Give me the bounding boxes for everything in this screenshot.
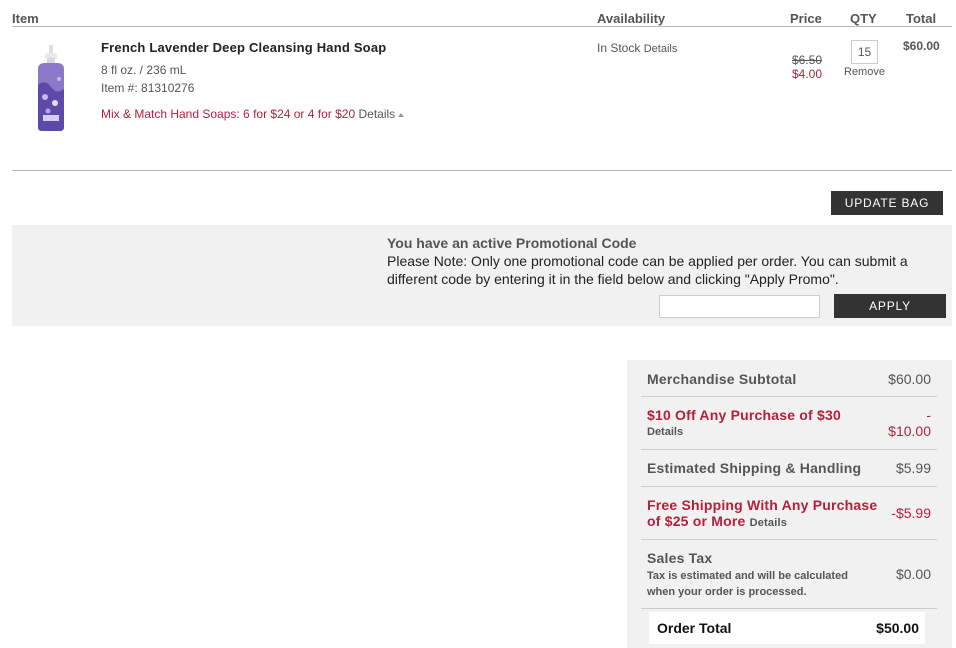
caret-up-icon[interactable] — [398, 112, 405, 117]
free-shipping-label-line2: of $25 or More — [647, 513, 746, 529]
sales-tax-note: Tax is estimated and will be calculated … — [647, 570, 848, 598]
free-shipping-value: -$5.99 — [891, 505, 931, 521]
product-promo: Mix & Match Hand Soaps: 6 for $24 or 4 f… — [101, 107, 405, 121]
availability-status: In Stock — [597, 41, 641, 55]
summary-row-discount: $10 Off Any Purchase of $30 Details - $1… — [641, 397, 937, 450]
header-divider — [12, 26, 952, 27]
promo-code-title: You have an active Promotional Code — [387, 235, 637, 251]
summary-row-tax: Sales Tax Tax is estimated and will be c… — [641, 540, 937, 609]
order-total-label: Order Total — [657, 620, 732, 636]
order-total-value: $50.00 — [876, 620, 919, 636]
header-availability: Availability — [597, 11, 666, 26]
summary-row-free-shipping: Free Shipping With Any Purchase of $25 o… — [641, 487, 937, 540]
price-sale: $4.00 — [792, 67, 823, 81]
header-price: Price — [790, 11, 822, 26]
free-shipping-label-line1: Free Shipping With Any Purchase — [647, 497, 878, 513]
merch-subtotal-value: $60.00 — [888, 371, 931, 387]
header-qty: QTY — [850, 11, 877, 26]
header-item: Item — [12, 11, 39, 26]
free-shipping-details-link[interactable]: Details — [750, 517, 787, 529]
sales-tax-label: Sales Tax — [647, 550, 713, 566]
free-shipping-label-line2-wrap: of $25 or More Details — [647, 513, 787, 529]
sales-tax-value: $0.00 — [895, 566, 931, 582]
product-promo-text: Mix & Match Hand Soaps: 6 for $24 or 4 f… — [101, 107, 356, 121]
remove-link[interactable]: Remove — [844, 66, 885, 78]
shipping-label: Estimated Shipping & Handling — [647, 460, 862, 476]
order-summary: Merchandise Subtotal $60.00 $10 Off Any … — [627, 360, 952, 648]
merch-subtotal-label: Merchandise Subtotal — [647, 371, 797, 387]
summary-row-shipping: Estimated Shipping & Handling $5.99 — [641, 450, 937, 487]
product-thumbnail[interactable] — [33, 45, 69, 133]
promo-code-input[interactable] — [659, 295, 820, 318]
summary-row-merchandise: Merchandise Subtotal $60.00 — [641, 360, 937, 397]
shipping-value: $5.99 — [895, 460, 931, 476]
promo-code-note: Please Note: Only one promotional code c… — [387, 253, 908, 287]
product-item-number: Item #: 81310276 — [101, 81, 194, 95]
product-name[interactable]: French Lavender Deep Cleansing Hand Soap — [101, 40, 386, 55]
discount-value-dash: - — [926, 407, 931, 423]
quantity-input[interactable] — [851, 40, 878, 64]
availability-details-link[interactable]: Details — [644, 43, 678, 55]
availability: In Stock Details — [597, 41, 677, 55]
item-number-value: 81310276 — [141, 81, 195, 95]
discount-label: $10 Off Any Purchase of $30 — [647, 407, 841, 423]
order-total-row: Order Total $50.00 — [649, 612, 925, 644]
apply-promo-button[interactable]: APPLY — [834, 294, 946, 318]
promo-code-panel: You have an active Promotional Code Plea… — [12, 225, 952, 326]
row-divider — [12, 170, 952, 171]
line-total: $60.00 — [903, 39, 940, 53]
price-original: $6.50 — [792, 53, 823, 67]
header-total: Total — [906, 11, 937, 26]
item-number-label: Item #: — [101, 81, 142, 95]
update-bag-button[interactable]: UPDATE BAG — [831, 191, 943, 215]
product-promo-details-link[interactable]: Details — [358, 107, 395, 121]
discount-details-link[interactable]: Details — [647, 426, 683, 438]
discount-value: $10.00 — [888, 423, 931, 439]
product-size: 8 fl oz. / 236 mL — [101, 63, 187, 77]
